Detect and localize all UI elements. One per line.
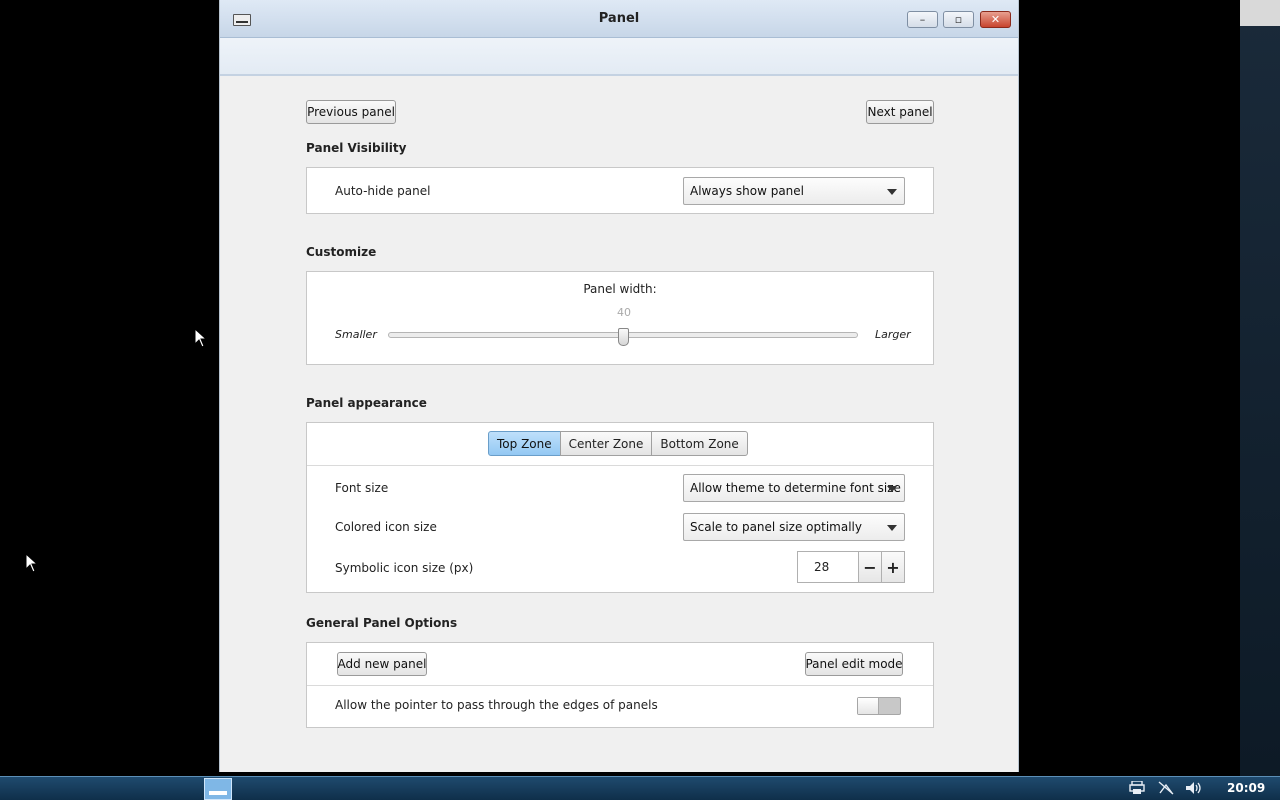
section-panel-appearance: Panel appearance <box>306 396 427 410</box>
colored-icon-size-label: Colored icon size <box>335 520 437 534</box>
panel-settings-window: Panel – ▫ ✕ Previous panel Next panel Pa… <box>219 0 1019 772</box>
font-size-combobox[interactable]: Allow theme to determine font size <box>683 474 905 502</box>
font-size-label: Font size <box>335 481 389 495</box>
symbolic-icon-size-input[interactable]: 28 <box>797 551 859 583</box>
next-panel-button[interactable]: Next panel <box>866 100 934 124</box>
desktop-edge <box>1240 0 1280 776</box>
visibility-frame: Auto-hide panel Always show panel <box>306 167 934 214</box>
window-title: Panel <box>598 11 640 26</box>
divider <box>307 465 933 466</box>
section-panel-visibility: Panel Visibility <box>306 141 407 155</box>
taskbar: 20:09 <box>0 776 1280 800</box>
font-size-value: Allow theme to determine font size <box>690 481 901 495</box>
autohide-combobox[interactable]: Always show panel <box>683 177 905 205</box>
close-button[interactable]: ✕ <box>980 11 1011 28</box>
volume-icon[interactable] <box>1185 781 1203 797</box>
increment-button[interactable]: + <box>881 551 905 583</box>
minimize-button[interactable]: – <box>907 11 938 28</box>
toolbar-strip <box>220 38 1018 76</box>
panel-width-value: 40 <box>617 306 631 319</box>
network-disconnected-icon[interactable] <box>1157 781 1175 797</box>
chevron-down-icon <box>887 486 897 492</box>
appearance-frame: Top Zone Center Zone Bottom Zone Font si… <box>306 422 934 593</box>
colored-icon-size-value: Scale to panel size optimally <box>690 520 862 534</box>
section-customize: Customize <box>306 245 377 259</box>
tab-center-zone[interactable]: Center Zone <box>559 431 653 456</box>
taskbar-panel-window-button[interactable] <box>204 778 232 800</box>
customize-frame: Panel width: 40 Smaller Larger <box>306 271 934 365</box>
panel-edit-mode-button[interactable]: Panel edit mode <box>805 652 903 676</box>
larger-label: Larger <box>875 328 911 341</box>
tab-top-zone[interactable]: Top Zone <box>488 431 561 456</box>
add-new-panel-button[interactable]: Add new panel <box>337 652 427 676</box>
titlebar: Panel – ▫ ✕ <box>220 0 1018 38</box>
panel-width-slider-handle[interactable] <box>617 328 629 346</box>
smaller-label: Smaller <box>335 328 377 341</box>
toggle-knob <box>858 698 879 714</box>
printer-icon[interactable] <box>1128 780 1146 797</box>
panel-width-label: Panel width: <box>583 282 657 296</box>
autohide-value: Always show panel <box>690 184 804 198</box>
colored-icon-size-combobox[interactable]: Scale to panel size optimally <box>683 513 905 541</box>
zone-tabs: Top Zone Center Zone Bottom Zone <box>488 431 748 456</box>
maximize-button[interactable]: ▫ <box>943 11 974 28</box>
chevron-down-icon <box>887 189 897 195</box>
decrement-button[interactable]: − <box>858 551 882 583</box>
section-general-panel-options: General Panel Options <box>306 616 458 630</box>
chevron-down-icon <box>887 525 897 531</box>
general-frame: Add new panel Panel edit mode Allow the … <box>306 642 934 728</box>
tab-bottom-zone[interactable]: Bottom Zone <box>651 431 748 456</box>
clock[interactable]: 20:09 <box>1227 781 1265 795</box>
pointer-pass-toggle[interactable] <box>857 697 901 715</box>
pointer-pass-label: Allow the pointer to pass through the ed… <box>335 698 658 712</box>
previous-panel-button[interactable]: Previous panel <box>306 100 396 124</box>
autohide-label: Auto-hide panel <box>335 184 431 198</box>
divider <box>307 685 933 686</box>
symbolic-icon-size-label: Symbolic icon size (px) <box>335 561 474 575</box>
